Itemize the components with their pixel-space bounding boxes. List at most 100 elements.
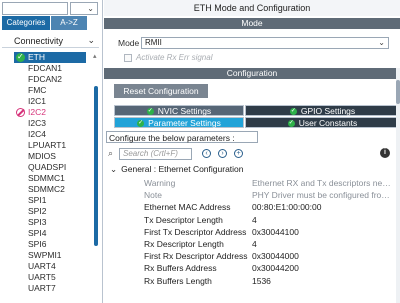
configuration-section-header: Configuration: [104, 68, 400, 79]
sidebar-item-i2c1[interactable]: I2C1: [14, 96, 90, 107]
sidebar-item-fdcan2[interactable]: FDCAN2: [14, 74, 90, 85]
mode-select-value: RMII: [145, 38, 162, 47]
tab-gpio-settings[interactable]: GPIO Settings: [245, 105, 400, 117]
no-entry-icon: [16, 108, 25, 117]
sidebar-item-label: UART4: [28, 261, 56, 271]
sidebar-item-label: SDMMC2: [28, 184, 65, 194]
tab-label: NVIC Settings: [157, 106, 212, 116]
sidebar-item-lpuart1[interactable]: LPUART1: [14, 140, 90, 151]
chevron-down-icon: ⌄: [110, 164, 118, 174]
parameter-panel-scrollbar[interactable]: [396, 68, 400, 303]
check-circle-icon: [146, 106, 154, 117]
parameter-search-row: ⌕ Search (Crtl+F) ‹ › + i: [106, 148, 396, 160]
sidebar-item-label: FMC: [28, 85, 47, 95]
scrollbar-thumb[interactable]: [396, 80, 400, 104]
param-value: Ethernet RX and Tx descriptors need...: [252, 178, 392, 188]
category-header-connectivity[interactable]: Connectivity ⌄: [2, 34, 99, 48]
search-options-dropdown[interactable]: ⌄: [70, 2, 98, 15]
param-row[interactable]: Rx Buffers Length 1536: [144, 275, 394, 287]
previous-result-icon[interactable]: ‹: [202, 149, 211, 158]
sidebar-item-label: I2C4: [28, 129, 46, 139]
check-circle-icon: [16, 52, 25, 62]
sidebar-item-sdmmc1[interactable]: SDMMC1: [14, 173, 90, 184]
param-key: Ethernet MAC Address: [144, 202, 231, 213]
mode-label: Mode: [118, 38, 140, 48]
sidebar-item-label: SPI3: [28, 217, 47, 227]
sidebar-item-quadspi[interactable]: QUADSPI: [14, 162, 90, 173]
peripheral-search-input[interactable]: [2, 2, 68, 15]
tab-nvic-settings[interactable]: NVIC Settings: [114, 105, 244, 117]
param-value: 0x30044100: [252, 226, 299, 237]
sidebar-item-uart5[interactable]: UART5: [14, 272, 90, 283]
tab-parameter-settings[interactable]: Parameter Settings: [114, 117, 244, 129]
sidebar-item-i2c3[interactable]: I2C3: [14, 118, 90, 129]
parameter-search-input[interactable]: Search (Crtl+F): [119, 148, 192, 160]
expand-all-icon[interactable]: +: [234, 149, 243, 158]
param-value: 0x30044000: [252, 251, 299, 262]
mode-section-header: Mode: [104, 18, 400, 29]
param-key: First Rx Descriptor Address: [144, 251, 248, 262]
sidebar-item-label: SPI4: [28, 228, 47, 238]
sidebar-item-label: SPI6: [28, 239, 47, 249]
sidebar-item-label: SPI2: [28, 206, 47, 216]
chevron-down-icon: ⌄: [87, 35, 95, 45]
tab-a-z[interactable]: A->Z: [51, 16, 87, 30]
param-value: 1536: [252, 275, 271, 286]
peripheral-search-row: ⌄: [2, 2, 100, 15]
mode-select[interactable]: RMII ⌄: [141, 37, 389, 49]
tab-categories[interactable]: Categories: [2, 16, 50, 30]
param-row[interactable]: Rx Buffers Address 0x30044200: [144, 262, 394, 274]
sidebar-item-spi6[interactable]: SPI6: [14, 239, 90, 250]
param-key: Rx Buffers Length: [144, 275, 212, 286]
search-icon: ⌕: [108, 148, 114, 158]
param-row[interactable]: First Rx Descriptor Address 0x30044000: [144, 250, 394, 262]
param-row[interactable]: Warning Ethernet RX and Tx descriptors ne…: [144, 177, 394, 189]
reset-configuration-button[interactable]: Reset Configuration: [114, 84, 208, 98]
configure-parameters-label: Configure the below parameters :: [106, 131, 258, 143]
sidebar-item-label: SPI1: [28, 195, 47, 205]
sidebar-item-sdmmc2[interactable]: SDMMC2: [14, 184, 90, 195]
scrollbar-thumb[interactable]: [94, 86, 98, 246]
info-icon[interactable]: i: [380, 148, 390, 158]
chevron-down-icon: ⌄: [378, 38, 385, 47]
sidebar-item-eth[interactable]: ETH: [14, 52, 86, 63]
sidebar-item-label: MDIOS: [28, 151, 56, 161]
activate-rx-err-checkbox[interactable]: [124, 54, 132, 62]
sidebar-item-i2c2[interactable]: I2C2: [14, 107, 90, 118]
sidebar-item-label: FDCAN1: [28, 63, 63, 73]
param-value: 4: [252, 214, 257, 225]
sidebar-item-label: UART7: [28, 283, 56, 293]
sidebar-item-label: FDCAN2: [28, 74, 63, 84]
sidebar-item-label: SWPMI1: [28, 250, 62, 260]
peripheral-list: ETHFDCAN1FDCAN2FMCI2C1I2C2I2C3I2C4LPUART…: [0, 52, 103, 303]
param-row[interactable]: Ethernet MAC Address 00:80:E1:00:00:00: [144, 201, 394, 213]
param-row[interactable]: First Tx Descriptor Address 0x30044100: [144, 226, 394, 238]
param-group-general-ethernet[interactable]: ⌄ General : Ethernet Configuration: [110, 164, 244, 175]
peripheral-list-scrollbar[interactable]: ▴: [93, 52, 99, 303]
tab-user-constants[interactable]: User Constants: [245, 117, 400, 129]
sidebar-item-swpmi1[interactable]: SWPMI1: [14, 250, 90, 261]
sidebar-item-spi1[interactable]: SPI1: [14, 195, 90, 206]
sidebar-item-uart4[interactable]: UART4: [14, 261, 90, 272]
sidebar-item-label: I2C1: [28, 96, 46, 106]
param-value: 00:80:E1:00:00:00: [252, 202, 322, 213]
param-key: First Tx Descriptor Address: [144, 226, 247, 237]
sidebar-item-spi4[interactable]: SPI4: [14, 228, 90, 239]
mode-row: Mode RMII ⌄: [118, 37, 389, 49]
sidebar-item-mdios[interactable]: MDIOS: [14, 151, 90, 162]
scroll-up-icon: ▴: [93, 53, 97, 60]
tab-label: User Constants: [298, 118, 358, 128]
right-panel: ETH Mode and Configuration Mode Mode RMI…: [104, 0, 400, 303]
sidebar-item-spi3[interactable]: SPI3: [14, 217, 90, 228]
sidebar-item-i2c4[interactable]: I2C4: [14, 129, 90, 140]
page-title: ETH Mode and Configuration: [104, 0, 400, 16]
sidebar-item-fdcan1[interactable]: FDCAN1: [14, 63, 90, 74]
sidebar-item-fmc[interactable]: FMC: [14, 85, 90, 96]
param-row[interactable]: Tx Descriptor Length 4: [144, 214, 394, 226]
sidebar-item-uart7[interactable]: UART7: [14, 283, 90, 294]
param-row[interactable]: Rx Descriptor Length 4: [144, 238, 394, 250]
left-panel: ⌄ Categories A->Z Connectivity ⌄ ETHFDCA…: [0, 0, 103, 303]
next-result-icon[interactable]: ›: [218, 149, 227, 158]
param-row[interactable]: Note PHY Driver must be configured from t…: [144, 189, 394, 201]
sidebar-item-spi2[interactable]: SPI2: [14, 206, 90, 217]
